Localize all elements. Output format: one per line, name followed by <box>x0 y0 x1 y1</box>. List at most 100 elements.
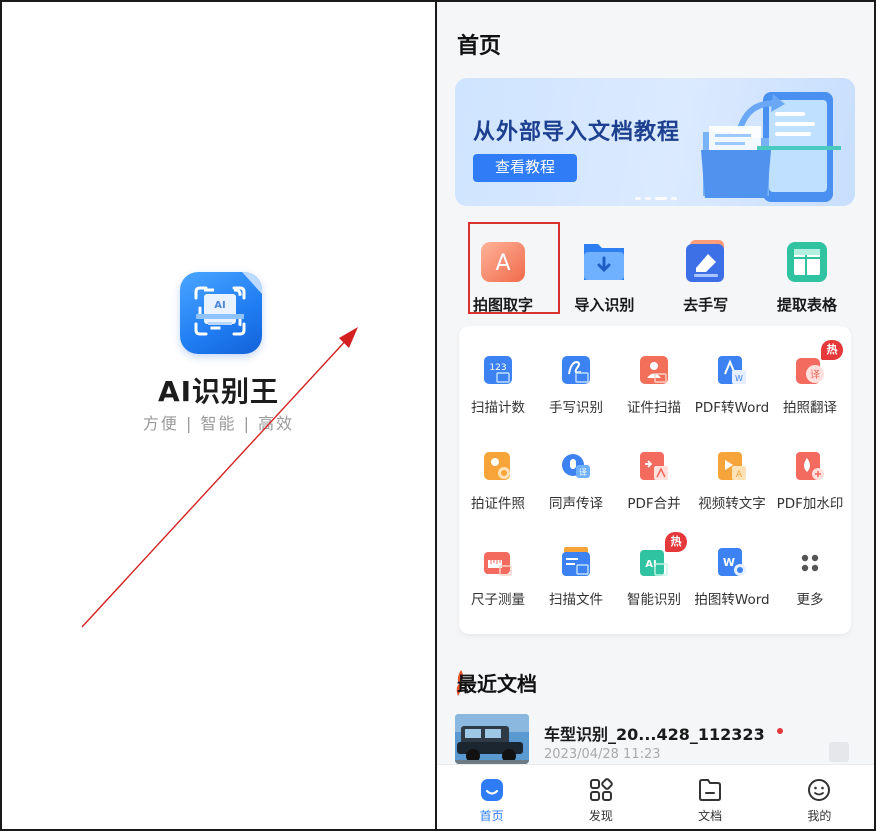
tab-label: 发现 <box>588 809 613 823</box>
tool-label: 拍照翻译 <box>783 400 837 416</box>
tools-card: 123 扫描计数 手写识别 证件扫描 W PDF转Word 译 热 拍照翻译 拍… <box>459 326 851 634</box>
pdf-merge-icon <box>640 452 668 480</box>
splash-screen: AI AI识别王 方便 | 智能 | 高效 <box>2 2 435 829</box>
bottom-tab-bar: 首页 发现 文档 我的 <box>437 764 874 829</box>
id-photo-icon <box>484 452 510 480</box>
hot-badge: 热 <box>821 340 843 360</box>
scan-count-text: 123 <box>489 363 506 373</box>
tool-label: 扫描计数 <box>471 400 525 416</box>
document-name: 车型识别_20...428_112323 <box>544 725 765 744</box>
video-to-text-icon: A <box>718 452 746 480</box>
tool-pdf-merge[interactable]: PDF合并 <box>615 446 693 542</box>
id-scan-icon <box>640 356 668 384</box>
import-folder-icon <box>584 244 625 280</box>
tool-ruler[interactable]: 尺子测量 <box>459 542 537 638</box>
scan-file-icon <box>562 547 590 576</box>
tab-home[interactable]: 首页 <box>437 765 546 829</box>
tool-video-to-text[interactable]: A 视频转文字 <box>693 446 771 542</box>
tool-more[interactable]: 更多 <box>771 542 849 638</box>
banner-title: 从外部导入文档教程 <box>473 119 681 145</box>
tool-label: 更多 <box>796 592 824 608</box>
page-title: 首页 <box>457 34 502 59</box>
tool-id-photo[interactable]: 拍证件照 <box>459 446 537 542</box>
photo-to-word-icon: W <box>718 548 746 576</box>
tool-scan-count[interactable]: 123 扫描计数 <box>459 350 537 446</box>
tool-label: PDF合并 <box>627 496 681 512</box>
tool-photo-to-word[interactable]: W 拍图转Word <box>693 542 771 638</box>
recent-document-item[interactable]: 车型识别_20...428_112323 2023/04/28 11:23 <box>455 714 855 766</box>
quick-action-remove-handwriting[interactable]: 去手写 <box>658 224 754 316</box>
document-scan-icon: AI <box>194 272 262 336</box>
app-slogan: 方便 | 智能 | 高效 <box>142 414 295 433</box>
home-icon <box>480 779 503 801</box>
tool-label: 尺子测量 <box>471 592 525 608</box>
tool-photo-translate[interactable]: 译 热 拍照翻译 <box>771 340 849 446</box>
tab-documents[interactable]: 文档 <box>656 765 765 829</box>
ruler-icon <box>484 552 512 576</box>
photo-text-icon: A <box>481 242 525 282</box>
quick-action-extract-table[interactable]: 提取表格 <box>759 224 855 316</box>
view-tutorial-button[interactable]: 查看教程 <box>473 154 577 182</box>
hot-badge: 热 <box>665 532 687 552</box>
document-checkbox[interactable] <box>829 742 849 762</box>
document-thumbnail <box>455 714 529 764</box>
quick-action-label: 去手写 <box>683 296 729 314</box>
discover-icon <box>589 778 613 801</box>
tool-label: 拍图转Word <box>694 592 770 608</box>
handwriting-icon <box>562 356 590 384</box>
tab-label: 我的 <box>807 809 832 823</box>
interpret-glyph: 译 <box>579 468 587 477</box>
tab-label: 首页 <box>479 809 504 823</box>
home-screen: 首页 从外部导入文档教程 查看教程 A 拍图取字 导入识别 去手写 提取表格 1… <box>437 2 874 829</box>
interpret-icon: 译 <box>562 454 590 478</box>
tool-interpret[interactable]: 译 同声传译 <box>537 446 615 542</box>
tool-label: 同声传译 <box>549 496 603 512</box>
scan-count-icon: 123 <box>484 356 512 384</box>
tool-label: PDF加水印 <box>776 496 844 512</box>
app-logo: AI <box>180 272 262 354</box>
word-glyph: W <box>723 556 735 569</box>
tool-label: 证件扫描 <box>627 400 681 416</box>
tool-smart-recognize[interactable]: AI 热 智能识别 <box>615 532 693 638</box>
quick-action-photo-text[interactable]: A 拍图取字 <box>455 224 551 316</box>
folder-phone-illustration-icon <box>701 92 841 202</box>
table-icon <box>786 242 827 282</box>
banner-pagination <box>635 197 677 200</box>
quick-action-label: 导入识别 <box>574 296 635 314</box>
unread-dot <box>777 728 783 734</box>
tab-label: 文档 <box>698 809 723 823</box>
tutorial-banner[interactable]: 从外部导入文档教程 查看教程 <box>455 78 855 206</box>
pdf-to-word-icon: W <box>718 356 746 384</box>
pagination-dot <box>671 197 677 200</box>
recent-documents-title: 最近文档 <box>457 672 537 696</box>
photo-text-letter: A <box>495 251 510 276</box>
translate-glyph: 译 <box>810 369 820 381</box>
logo-text: AI <box>214 300 225 311</box>
app-name: AI识别王 <box>157 375 280 408</box>
car-photo-icon <box>455 714 529 764</box>
tool-label: PDF转Word <box>694 400 770 416</box>
tool-scan-file[interactable]: 扫描文件 <box>537 542 615 638</box>
quick-action-label: 提取表格 <box>776 296 837 314</box>
svg-text:W: W <box>735 374 743 383</box>
tool-handwriting[interactable]: 手写识别 <box>537 350 615 446</box>
more-icon <box>801 554 819 572</box>
tool-id-scan[interactable]: 证件扫描 <box>615 350 693 446</box>
tab-profile[interactable]: 我的 <box>765 765 874 829</box>
quick-action-label: 拍图取字 <box>472 296 533 314</box>
tools-grid: 123 扫描计数 手写识别 证件扫描 W PDF转Word 译 热 拍照翻译 拍… <box>459 340 851 638</box>
pagination-dot <box>635 197 641 200</box>
tab-discover[interactable]: 发现 <box>546 765 655 829</box>
tool-pdf-to-word[interactable]: W PDF转Word <box>693 350 771 446</box>
document-date: 2023/04/28 11:23 <box>544 747 661 762</box>
quick-actions: A 拍图取字 导入识别 去手写 提取表格 <box>455 224 855 316</box>
video-text-glyph: A <box>736 470 743 480</box>
quick-action-import[interactable]: 导入识别 <box>556 224 652 316</box>
tool-label: 视频转文字 <box>698 496 766 512</box>
document-icon <box>699 779 722 801</box>
tool-label: 智能识别 <box>627 592 681 608</box>
eraser-icon <box>685 240 724 282</box>
tool-pdf-watermark[interactable]: PDF加水印 <box>771 446 849 542</box>
pdf-watermark-icon <box>796 452 824 480</box>
tool-label: 拍证件照 <box>471 496 525 512</box>
